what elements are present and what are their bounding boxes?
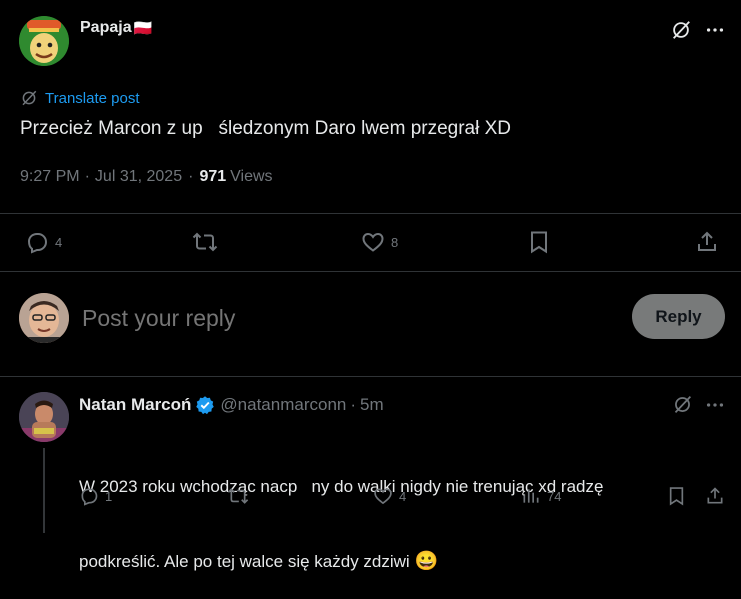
reply-icon xyxy=(81,488,98,506)
comment-age[interactable]: 5m xyxy=(360,395,384,415)
post-text: Przecież Marcon z up śledzonym Daro lwem… xyxy=(20,118,512,139)
grok-icon[interactable] xyxy=(670,19,692,41)
divider xyxy=(0,271,741,272)
comment-repost-action[interactable] xyxy=(227,486,249,506)
divider xyxy=(0,376,741,377)
share-icon xyxy=(698,231,716,251)
share-icon xyxy=(707,487,723,504)
comment-like-count: 4 xyxy=(399,488,407,504)
comment-reply-action[interactable]: 1 xyxy=(79,486,112,506)
grinning-emoji: 😀 xyxy=(414,551,439,572)
grok-icon[interactable] xyxy=(672,394,693,415)
commenter-handle[interactable]: @natanmarconn xyxy=(220,395,346,415)
repost-icon xyxy=(227,488,249,504)
translate-label: Translate post xyxy=(45,89,140,107)
comment-share-action[interactable] xyxy=(705,486,725,506)
flag-emoji: 🇵🇱 xyxy=(133,20,153,37)
translate-post-link[interactable]: Translate post xyxy=(20,89,140,107)
thread-line xyxy=(43,448,45,533)
comment-header: Natan Marcoń @natanmarconn · 5m xyxy=(79,395,384,415)
post-time[interactable]: 9:27 PM xyxy=(20,168,80,186)
views-icon xyxy=(523,489,539,503)
views-label: Views xyxy=(230,168,273,185)
comment-views-action[interactable]: 74 xyxy=(521,486,561,506)
comment-text-line: podkreślić. Ale po tej walce się każdy z… xyxy=(79,552,410,571)
like-icon xyxy=(374,488,392,505)
repost-action[interactable] xyxy=(192,230,218,254)
reply-button[interactable]: Reply xyxy=(632,294,725,339)
views-count: 971 xyxy=(199,168,227,185)
repost-icon xyxy=(192,232,218,252)
more-icon[interactable] xyxy=(704,19,726,41)
comment-like-action[interactable]: 4 xyxy=(373,486,406,506)
divider xyxy=(0,213,741,214)
author-avatar[interactable] xyxy=(19,16,69,66)
like-action[interactable]: 8 xyxy=(361,230,398,254)
commenter-name[interactable]: Natan Marcoń xyxy=(79,395,191,415)
reply-count: 4 xyxy=(55,234,63,250)
post-date[interactable]: Jul 31, 2025 xyxy=(95,168,182,186)
like-count: 8 xyxy=(391,234,399,250)
verified-badge-icon xyxy=(195,395,215,415)
commenter-avatar[interactable] xyxy=(19,392,69,442)
like-icon xyxy=(362,232,384,252)
comment-reply-count: 1 xyxy=(105,488,113,504)
reply-action[interactable]: 4 xyxy=(25,230,62,254)
bookmark-icon xyxy=(669,487,684,506)
comment-bookmark-action[interactable] xyxy=(667,486,686,506)
comment-views-count: 74 xyxy=(547,488,562,504)
reply-input[interactable] xyxy=(80,300,604,336)
translate-icon xyxy=(22,90,37,106)
user-avatar[interactable] xyxy=(19,293,69,343)
bookmark-icon xyxy=(531,231,547,254)
author-row: Papaja 🇵🇱 xyxy=(80,19,152,37)
bookmark-action[interactable] xyxy=(528,230,550,254)
share-action[interactable] xyxy=(695,230,719,254)
comment-text: W 2023 roku wchodząc nacp ny do walki ni… xyxy=(79,424,603,599)
author-name[interactable]: Papaja xyxy=(80,19,132,37)
reply-icon xyxy=(27,233,48,254)
more-icon[interactable] xyxy=(704,394,726,416)
post-meta: 9:27 PM · Jul 31, 2025 · 971 Views xyxy=(20,168,273,186)
